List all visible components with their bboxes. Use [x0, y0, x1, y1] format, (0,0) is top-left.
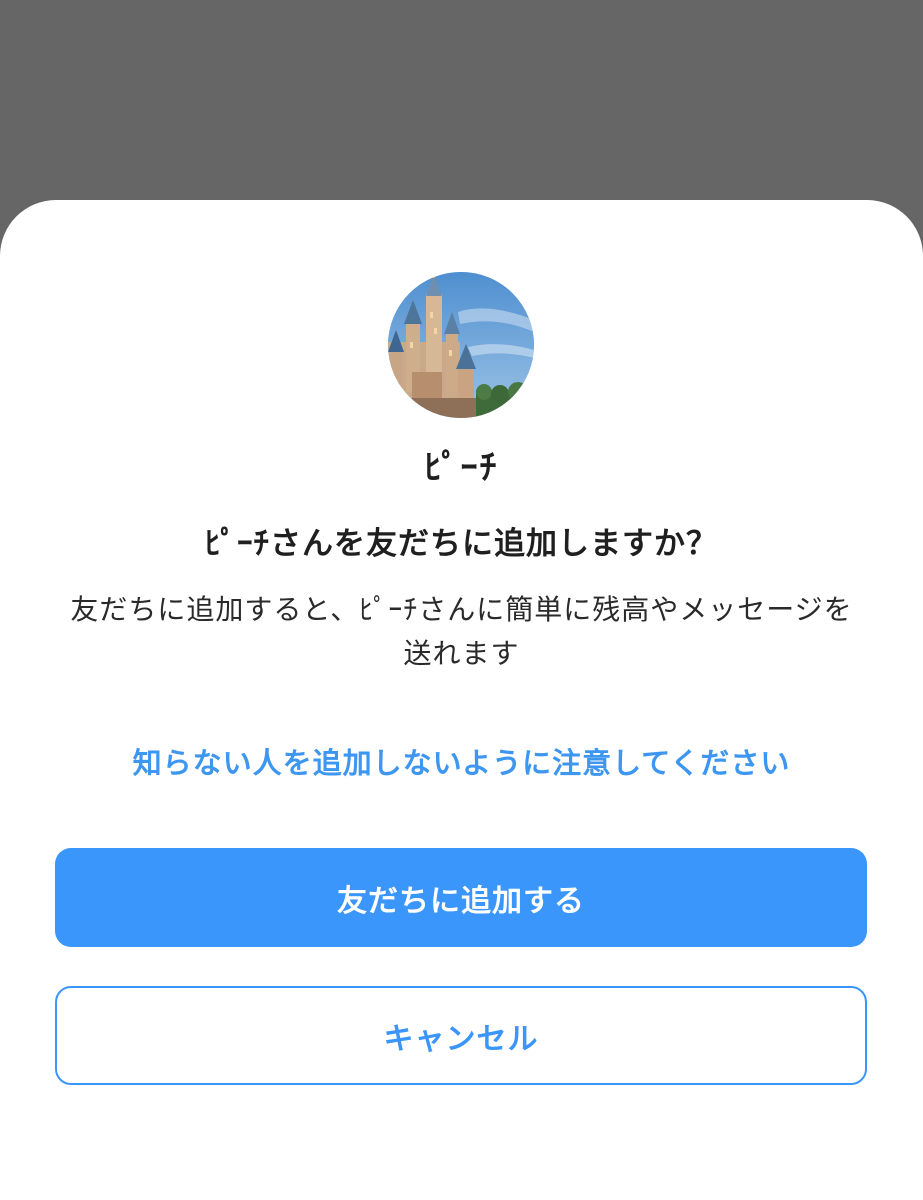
- dialog-description: 友だちに追加すると、ﾋﾟｰﾁさんに簡単に残高やメッセージを送れます: [70, 593, 853, 670]
- profile-name: ﾋﾟｰﾁ: [424, 448, 499, 488]
- add-friend-bottom-sheet: ﾋﾟｰﾁ ﾋﾟｰﾁさんを友だちに追加しますか？ 友だちに追加すると、ﾋﾟｰﾁさん…: [0, 200, 923, 1200]
- caution-link[interactable]: 知らない人を追加しないように注意してください: [0, 740, 923, 782]
- add-friend-button[interactable]: 友だちに追加する: [55, 848, 867, 947]
- cancel-button[interactable]: キャンセル: [55, 986, 867, 1085]
- profile-avatar: [388, 272, 534, 418]
- dialog-title: ﾋﾟｰﾁさんを友だちに追加しますか？: [205, 526, 718, 562]
- dimmed-background-overlay[interactable]: [0, 0, 923, 200]
- castle-photo-icon: [388, 272, 534, 418]
